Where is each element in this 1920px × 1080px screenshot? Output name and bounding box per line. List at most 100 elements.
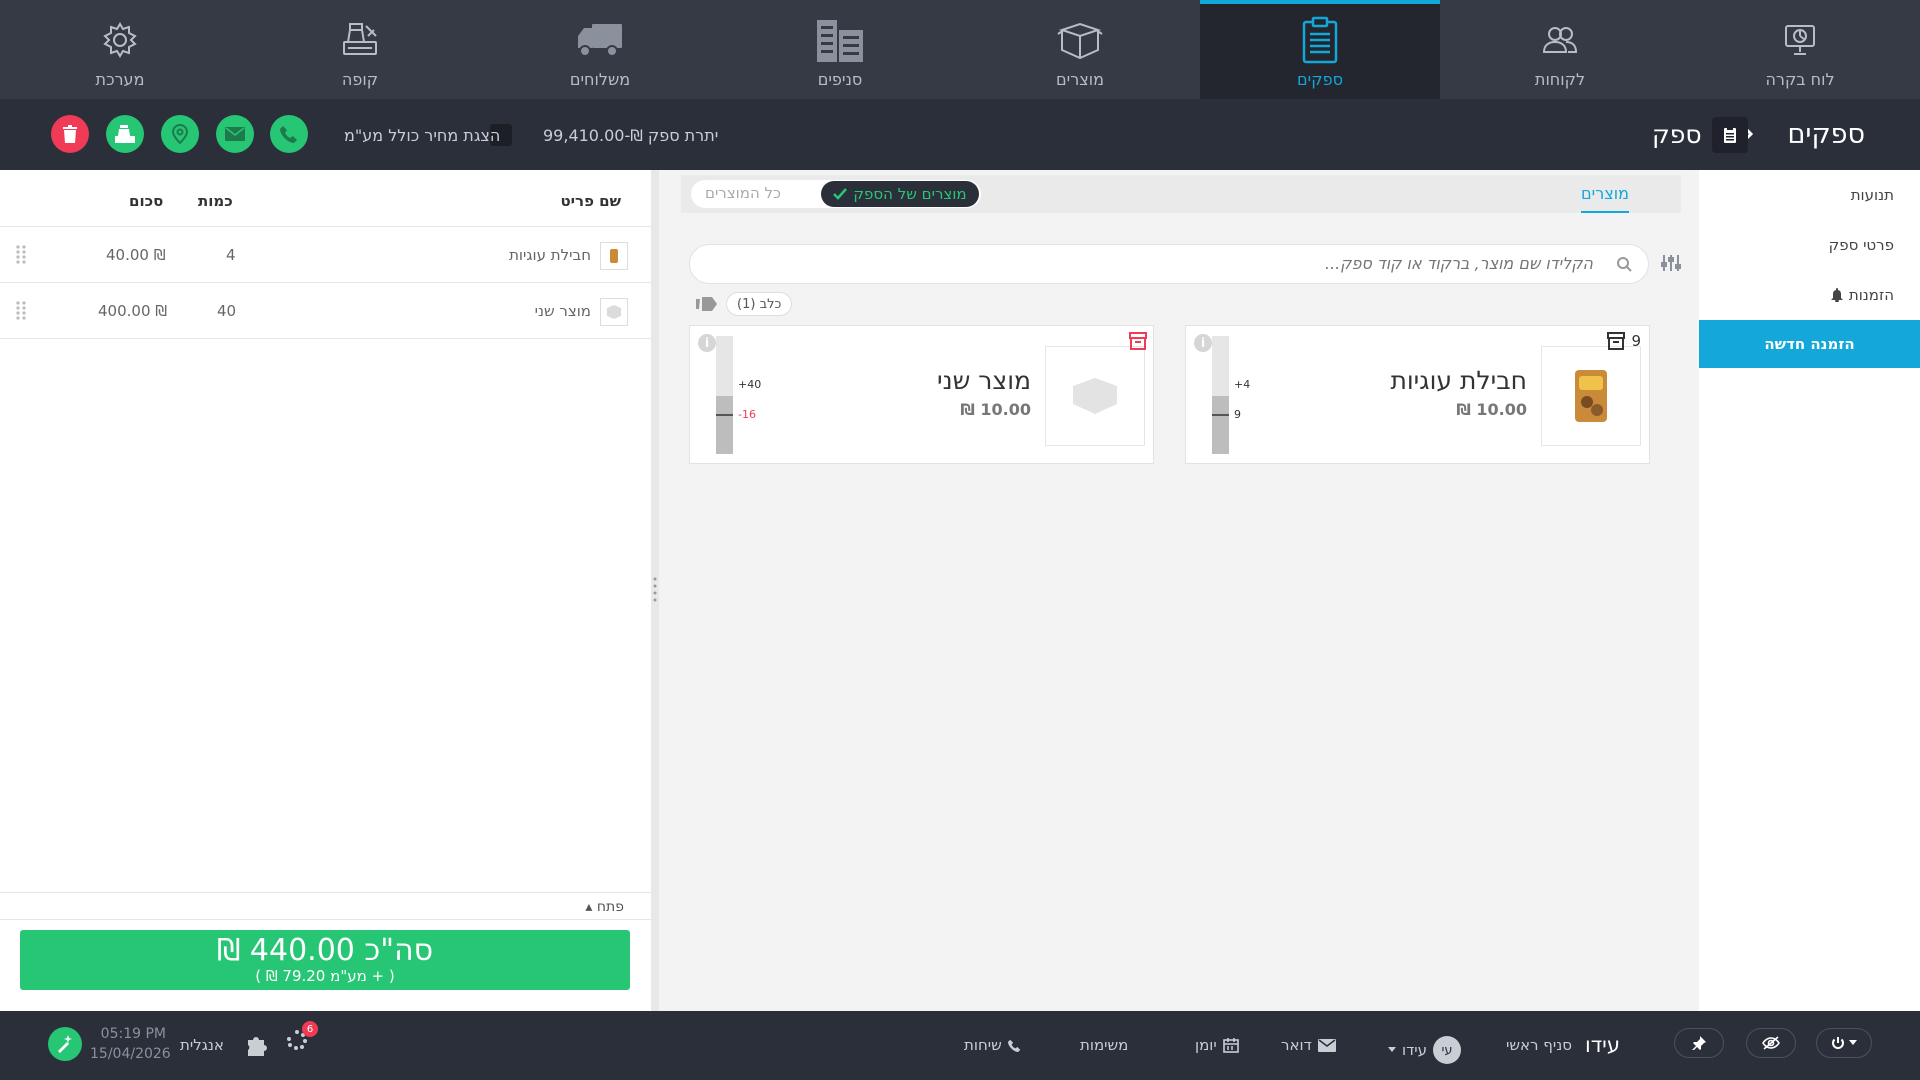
nav-branches[interactable]: סניפים [720, 0, 960, 99]
privacy-toggle-button[interactable] [1746, 1028, 1796, 1058]
side-item-supplier-details[interactable]: פרטי ספק [1829, 236, 1894, 254]
cart-item-total: 40.00 ₪ [106, 246, 166, 264]
cart-item-total: 400.00 ₪ [98, 302, 168, 320]
total-checkout-button[interactable]: סה"כ 440.00 ₪ ( + מע"מ 79.20 ₪ ) [20, 930, 630, 990]
calendar-icon [1222, 1038, 1239, 1053]
notifications-button[interactable]: 6 [286, 1021, 318, 1051]
nav-branches-label: סניפים [817, 70, 863, 89]
cash-register-button[interactable] [106, 115, 144, 153]
nav-suppliers-label: ספקים [1297, 70, 1343, 89]
location-pin-icon [172, 124, 188, 144]
drag-handle-icon[interactable] [16, 300, 26, 320]
side-item-transactions[interactable]: תנועות [1851, 186, 1894, 204]
search-input[interactable] [833, 254, 1593, 273]
new-order-button[interactable]: הזמנה חדשה [1699, 320, 1920, 368]
customers-icon [1540, 16, 1580, 64]
phone-button[interactable] [270, 115, 308, 153]
nav-deliveries[interactable]: משלוחים [480, 0, 720, 99]
breadcrumb-suppliers[interactable]: ספקים [1788, 119, 1866, 150]
user-menu[interactable]: עי עידו [1388, 1036, 1462, 1064]
column-item-name: שם פריט [560, 192, 621, 210]
stock-level-bar [1212, 336, 1229, 454]
top-navigation: לוח בקרה לקוחות ספקים מוצרים סניפים משלו… [0, 0, 1920, 99]
location-button[interactable] [161, 115, 199, 153]
calls-label: שיחות [964, 1036, 1002, 1054]
suppliers-clipboard-icon [1300, 16, 1340, 64]
register-icon [340, 16, 380, 64]
page-header: ספקים ספק יתרת ספק ₪-99,410.00 הצגת מחיר… [0, 99, 1920, 169]
chevron-down-icon [1388, 1047, 1396, 1052]
nav-dashboard[interactable]: לוח בקרה [1680, 0, 1920, 99]
nav-dashboard-label: לוח בקרה [1765, 70, 1835, 89]
plugins-button[interactable] [246, 1034, 268, 1056]
tasks-label: משימות [1080, 1036, 1129, 1054]
trash-icon [63, 125, 77, 143]
branch-name[interactable]: סניף ראשי [1506, 1036, 1572, 1054]
archive-box-icon [1607, 332, 1626, 350]
nav-deliveries-label: משלוחים [569, 70, 631, 89]
calls-link[interactable]: שיחות [964, 1036, 1021, 1054]
stock-level-bar [716, 336, 733, 454]
ordered-qty: +40 [738, 378, 762, 391]
pin-button[interactable] [1674, 1028, 1724, 1058]
info-icon[interactable]: i [698, 334, 716, 352]
expand-label: פתח ▴ [585, 899, 624, 915]
nav-suppliers[interactable]: ספקים [1200, 0, 1440, 99]
diary-label: יומן [1195, 1036, 1217, 1054]
magic-wand-button[interactable] [48, 1027, 82, 1061]
cart-item-qty[interactable]: 4 [226, 246, 236, 264]
total-vat: ( + מע"מ 79.20 ₪ ) [255, 967, 395, 985]
diary-link[interactable]: יומן [1195, 1036, 1239, 1054]
tasks-link[interactable]: משימות [1080, 1036, 1128, 1054]
tag-chip[interactable]: כלב (1) [726, 292, 793, 316]
total-amount: סה"כ 440.00 ₪ [216, 933, 434, 968]
info-icon[interactable]: i [1194, 334, 1212, 352]
column-quantity: כמות [198, 192, 233, 210]
cart-row[interactable]: חבילת עוגיות 4 40.00 ₪ [0, 227, 651, 283]
email-button[interactable] [216, 115, 254, 153]
register-icon [115, 125, 135, 143]
on-hand-qty: 9 [1234, 408, 1241, 421]
tags-icon[interactable] [694, 296, 718, 312]
product-image-placeholder [1045, 346, 1145, 446]
product-name: חבילת עוגיות [1390, 366, 1527, 395]
column-total: סכום [129, 192, 164, 210]
nav-system[interactable]: מערכת [0, 0, 240, 99]
language-switch[interactable]: אנגלית [180, 1036, 224, 1054]
sliders-icon [1661, 255, 1681, 271]
product-card[interactable]: מוצר שני 10.00 ₪ +40 -16 i [689, 325, 1154, 464]
filter-supplier-products[interactable]: מוצרים של הספק [821, 181, 979, 207]
drag-handle-icon[interactable] [16, 244, 26, 264]
gear-icon [102, 16, 138, 64]
cart-item-qty[interactable]: 40 [217, 302, 236, 320]
nav-register[interactable]: קופה [240, 0, 480, 99]
supplier-document-button[interactable] [1712, 117, 1748, 153]
expand-bar[interactable]: פתח ▴ [0, 892, 651, 920]
user-menu-label: עידו [1402, 1041, 1428, 1059]
document-icon [1724, 126, 1736, 143]
filter-sliders-button[interactable] [1660, 253, 1682, 273]
tag-filters: כלב (1) [694, 292, 793, 316]
product-price: 10.00 ₪ [960, 400, 1031, 419]
check-icon [833, 188, 848, 200]
nav-products[interactable]: מוצרים [960, 0, 1200, 99]
archive-button[interactable] [1129, 332, 1147, 350]
products-area: מוצרים כל המוצרים מוצרים של הספק כלב (1)… [659, 170, 1699, 1011]
filter-all-products[interactable]: כל המוצרים [705, 184, 781, 202]
clock-date: 15/04/2026 [90, 1046, 171, 1062]
eye-off-icon [1762, 1036, 1780, 1050]
tab-products[interactable]: מוצרים [1581, 184, 1629, 213]
product-price: 10.00 ₪ [1456, 400, 1527, 419]
supplier-side-menu: תנועות פרטי ספק הזמנות הזמנה חדשה [1699, 170, 1920, 1011]
panel-splitter[interactable] [651, 170, 659, 1011]
ordered-qty: +4 [1234, 378, 1251, 391]
cart-row[interactable]: מוצר שני 40 400.00 ₪ [0, 283, 651, 339]
delete-button[interactable] [51, 115, 89, 153]
nav-customers[interactable]: לקוחות [1440, 0, 1680, 99]
side-item-orders-label: הזמנות [1848, 286, 1894, 304]
phone-icon [1007, 1039, 1021, 1052]
mail-link[interactable]: דואר [1281, 1036, 1336, 1054]
power-menu-button[interactable] [1816, 1028, 1872, 1058]
side-item-orders[interactable]: הזמנות [1830, 286, 1894, 304]
product-card[interactable]: חבילת עוגיות 10.00 ₪ 9 +4 9 i [1185, 325, 1650, 464]
